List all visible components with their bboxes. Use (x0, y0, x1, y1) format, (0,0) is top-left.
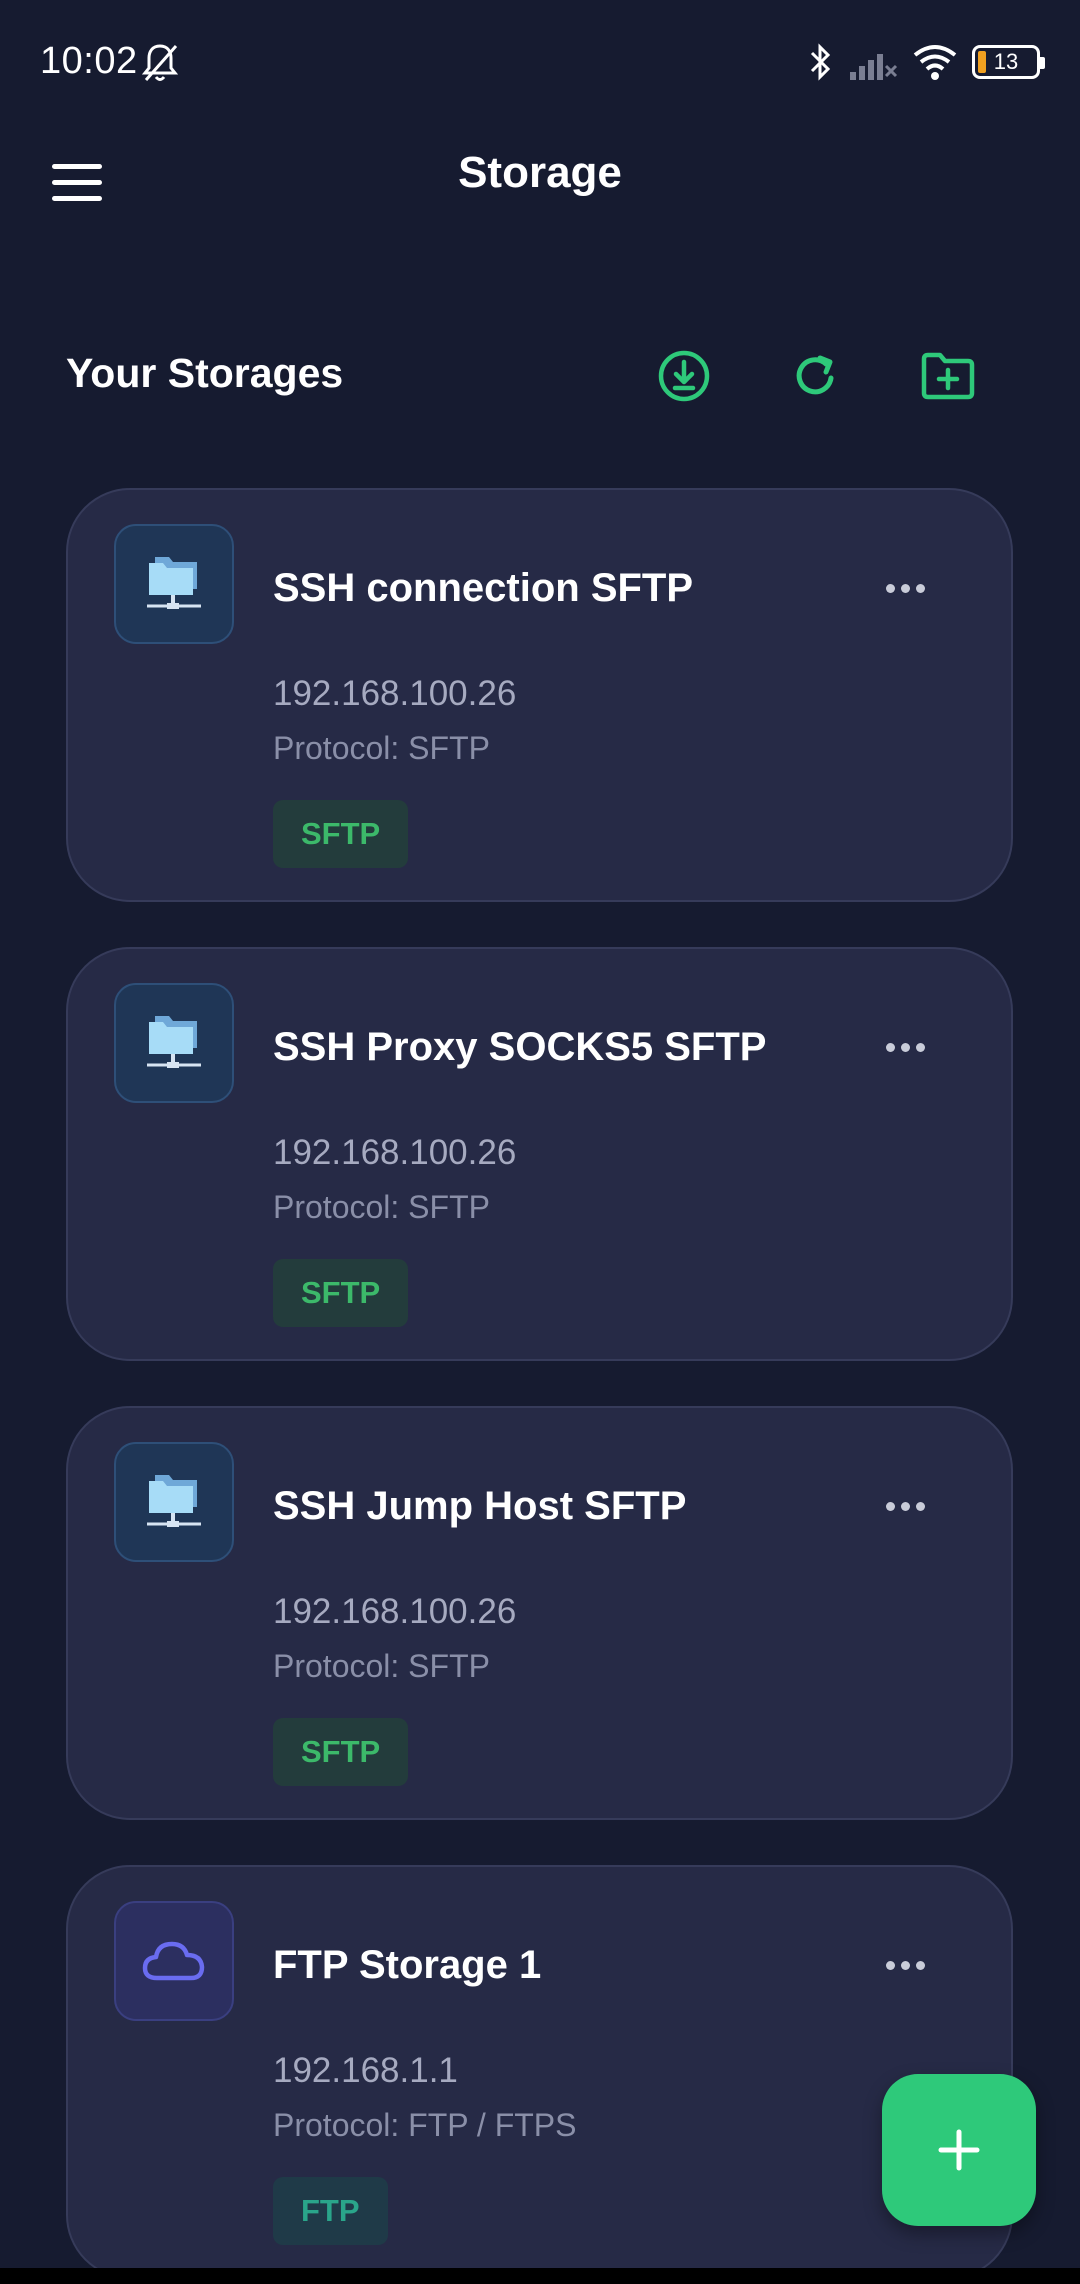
section-header: Your Storages (0, 330, 1080, 420)
protocol-badge: SFTP (273, 1718, 409, 1786)
wifi-icon (913, 45, 957, 80)
storage-host: 192.168.100.26 (273, 674, 517, 713)
storage-host: 192.168.100.26 (273, 1133, 517, 1172)
storage-protocol: Protocol: SFTP (273, 1189, 490, 1225)
add-storage-button[interactable] (882, 2074, 1036, 2226)
battery-icon: 13 (972, 45, 1045, 79)
signal-off-icon (850, 54, 898, 80)
more-options-icon[interactable] (875, 1029, 935, 1065)
storage-name: SSH Jump Host SFTP (273, 1484, 687, 1528)
more-options-icon[interactable] (875, 1947, 935, 1983)
bell-off-icon (141, 44, 179, 81)
storage-name: SSH connection SFTP (273, 566, 694, 610)
download-button[interactable] (652, 344, 716, 408)
protocol-badge: SFTP (273, 800, 409, 868)
plus-icon (938, 2129, 980, 2171)
section-title: Your Storages (66, 350, 344, 396)
battery-level: 13 (993, 49, 1019, 74)
storage-card[interactable]: SSH Proxy SOCKS5 SFTP 192.168.100.26 Pro… (66, 947, 1013, 1361)
protocol-badge: FTP (273, 2177, 388, 2245)
navigation-bar (0, 2268, 1080, 2284)
storage-protocol: Protocol: SFTP (273, 730, 490, 766)
add-folder-button[interactable] (916, 344, 980, 408)
storage-card[interactable]: FTP Storage 1 192.168.1.1 Protocol: FTP … (66, 1865, 1013, 2279)
network-folder-icon (114, 524, 234, 644)
app-bar: Storage (0, 130, 1080, 240)
folder-add-icon (921, 352, 975, 400)
storage-protocol: Protocol: SFTP (273, 1648, 490, 1684)
storage-name: SSH Proxy SOCKS5 SFTP (273, 1025, 767, 1069)
refresh-icon (796, 355, 834, 395)
network-folder-icon (114, 1442, 234, 1562)
storage-host: 192.168.1.1 (273, 2051, 458, 2090)
refresh-button[interactable] (784, 344, 848, 408)
status-bar: 10:02 13 (0, 0, 1080, 130)
storage-protocol: Protocol: FTP / FTPS (273, 2107, 577, 2143)
protocol-badge: SFTP (273, 1259, 409, 1327)
status-time: 10:02 (40, 40, 138, 82)
storage-host: 192.168.100.26 (273, 1592, 517, 1631)
storage-card[interactable]: SSH connection SFTP 192.168.100.26 Proto… (66, 488, 1013, 902)
network-folder-icon (114, 983, 234, 1103)
storage-card[interactable]: SSH Jump Host SFTP 192.168.100.26 Protoc… (66, 1406, 1013, 1820)
download-icon (658, 350, 710, 402)
page-title: Storage (458, 148, 622, 197)
more-options-icon[interactable] (875, 570, 935, 606)
storage-name: FTP Storage 1 (273, 1943, 542, 1987)
more-options-icon[interactable] (875, 1488, 935, 1524)
cloud-icon (114, 1901, 234, 2021)
bluetooth-icon (810, 43, 831, 81)
